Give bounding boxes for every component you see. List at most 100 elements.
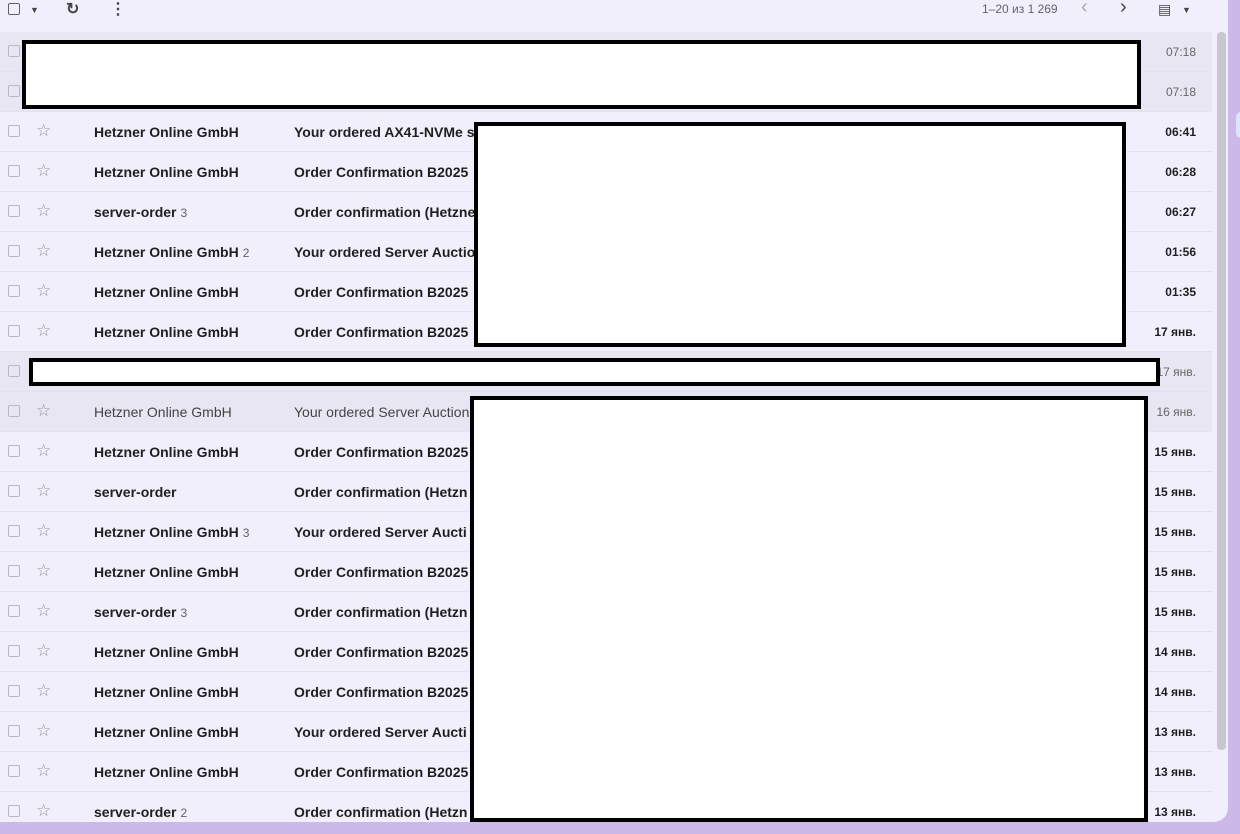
row-checkbox[interactable]: [8, 725, 20, 737]
email-date: 15 янв.: [1154, 485, 1196, 499]
email-date: 01:35: [1165, 285, 1196, 299]
star-icon[interactable]: ☆: [36, 722, 51, 740]
sender-name: Hetzner Online GmbH: [94, 284, 239, 300]
redaction-box: [474, 122, 1126, 347]
email-subject: Your ordered Server Aucti: [294, 724, 467, 740]
row-checkbox[interactable]: [8, 205, 20, 217]
inbox-toolbar: ▼ ↻ ⋮ 1–20 из 1 269 ‹ › ▤ ▼: [0, 0, 1228, 32]
sender-name: server-order: [94, 604, 177, 620]
email-date: 14 янв.: [1154, 685, 1196, 699]
star-icon[interactable]: ☆: [36, 802, 51, 820]
email-sender: Hetzner Online GmbH: [94, 284, 243, 300]
density-toggle-icon[interactable]: ▤: [1158, 0, 1171, 18]
email-subject: Order Confirmation B2025: [294, 444, 469, 460]
star-icon[interactable]: ☆: [36, 642, 51, 660]
email-sender: Hetzner Online GmbH 3: [94, 524, 249, 540]
sender-name: Hetzner Online GmbH: [94, 124, 239, 140]
star-icon[interactable]: ☆: [36, 762, 51, 780]
email-date: 16 янв.: [1156, 405, 1196, 419]
email-sender: Hetzner Online GmbH: [94, 164, 243, 180]
email-subject: Order Confirmation B2025: [294, 284, 469, 300]
email-sender: server-order: [94, 484, 181, 500]
row-checkbox[interactable]: [8, 445, 20, 457]
sender-name: Hetzner Online GmbH: [94, 164, 239, 180]
sender-name: Hetzner Online GmbH: [94, 564, 239, 580]
email-sender: server-order 3: [94, 604, 187, 620]
sender-name: Hetzner Online GmbH: [94, 444, 239, 460]
star-icon[interactable]: ☆: [36, 482, 51, 500]
scrollbar[interactable]: [1217, 32, 1226, 750]
row-checkbox[interactable]: [8, 685, 20, 697]
email-date: 15 янв.: [1154, 445, 1196, 459]
email-sender: Hetzner Online GmbH 2: [94, 244, 249, 260]
select-dropdown-icon[interactable]: ▼: [30, 1, 39, 19]
email-subject: Order Confirmation B2025: [294, 164, 469, 180]
email-subject: Your ordered Server Auction: [294, 404, 470, 420]
email-date: 13 янв.: [1154, 725, 1196, 739]
sender-name: server-order: [94, 204, 177, 220]
email-date: 17 янв.: [1156, 365, 1196, 379]
side-panel-edge: [1236, 112, 1240, 138]
star-icon[interactable]: ☆: [36, 602, 51, 620]
thread-count: 2: [180, 806, 188, 820]
row-checkbox[interactable]: [8, 245, 20, 257]
density-dropdown-icon[interactable]: ▼: [1182, 1, 1191, 19]
select-all-checkbox[interactable]: [8, 0, 20, 18]
row-checkbox[interactable]: [8, 85, 20, 97]
row-checkbox[interactable]: [8, 45, 20, 57]
sender-name: Hetzner Online GmbH: [94, 244, 239, 260]
row-checkbox[interactable]: [8, 565, 20, 577]
star-icon[interactable]: ☆: [36, 282, 51, 300]
row-checkbox[interactable]: [8, 605, 20, 617]
row-checkbox[interactable]: [8, 765, 20, 777]
email-date: 06:28: [1165, 165, 1196, 179]
prev-page-icon[interactable]: ‹: [1081, 0, 1088, 18]
email-sender: Hetzner Online GmbH: [94, 644, 243, 660]
star-icon[interactable]: ☆: [36, 242, 51, 260]
redaction-box: [22, 40, 1141, 109]
row-checkbox[interactable]: [8, 285, 20, 297]
refresh-icon[interactable]: ↻: [66, 0, 79, 18]
row-checkbox[interactable]: [8, 325, 20, 337]
thread-count: 3: [180, 206, 188, 220]
redaction-box: [29, 358, 1160, 386]
email-subject: Order confirmation (Hetzn: [294, 804, 468, 820]
thread-count: 3: [180, 606, 188, 620]
star-icon[interactable]: ☆: [36, 122, 51, 140]
email-sender: Hetzner Online GmbH: [94, 324, 243, 340]
row-checkbox[interactable]: [8, 165, 20, 177]
star-icon[interactable]: ☆: [36, 562, 51, 580]
thread-count: 2: [242, 246, 250, 260]
email-sender: server-order 2: [94, 804, 187, 820]
email-sender: Hetzner Online GmbH: [94, 564, 243, 580]
sender-name: Hetzner Online GmbH: [94, 524, 239, 540]
email-date: 15 янв.: [1154, 565, 1196, 579]
sender-name: server-order: [94, 484, 177, 500]
star-icon[interactable]: ☆: [36, 202, 51, 220]
redaction-box: [470, 396, 1148, 822]
star-icon[interactable]: ☆: [36, 682, 51, 700]
row-checkbox[interactable]: [8, 125, 20, 137]
email-date: 06:27: [1165, 205, 1196, 219]
row-checkbox[interactable]: [8, 645, 20, 657]
sender-name: Hetzner Online GmbH: [94, 404, 232, 420]
star-icon[interactable]: ☆: [36, 522, 51, 540]
star-icon[interactable]: ☆: [36, 322, 51, 340]
email-subject: Order confirmation (Hetzn: [294, 604, 468, 620]
row-checkbox[interactable]: [8, 805, 20, 817]
star-icon[interactable]: ☆: [36, 402, 51, 420]
more-options-icon[interactable]: ⋮: [110, 0, 126, 18]
row-checkbox[interactable]: [8, 405, 20, 417]
next-page-icon[interactable]: ›: [1120, 0, 1127, 18]
email-sender: Hetzner Online GmbH: [94, 684, 243, 700]
email-subject: Your ordered AX41-NVMe s: [294, 124, 474, 140]
email-subject: Order confirmation (Hetzne: [294, 204, 474, 220]
email-date: 01:56: [1165, 245, 1196, 259]
row-checkbox[interactable]: [8, 485, 20, 497]
row-checkbox[interactable]: [8, 525, 20, 537]
star-icon[interactable]: ☆: [36, 442, 51, 460]
row-checkbox[interactable]: [8, 365, 20, 377]
email-subject: Your ordered Server Aucti: [294, 524, 467, 540]
star-icon[interactable]: ☆: [36, 162, 51, 180]
email-date: 07:18: [1165, 85, 1196, 99]
